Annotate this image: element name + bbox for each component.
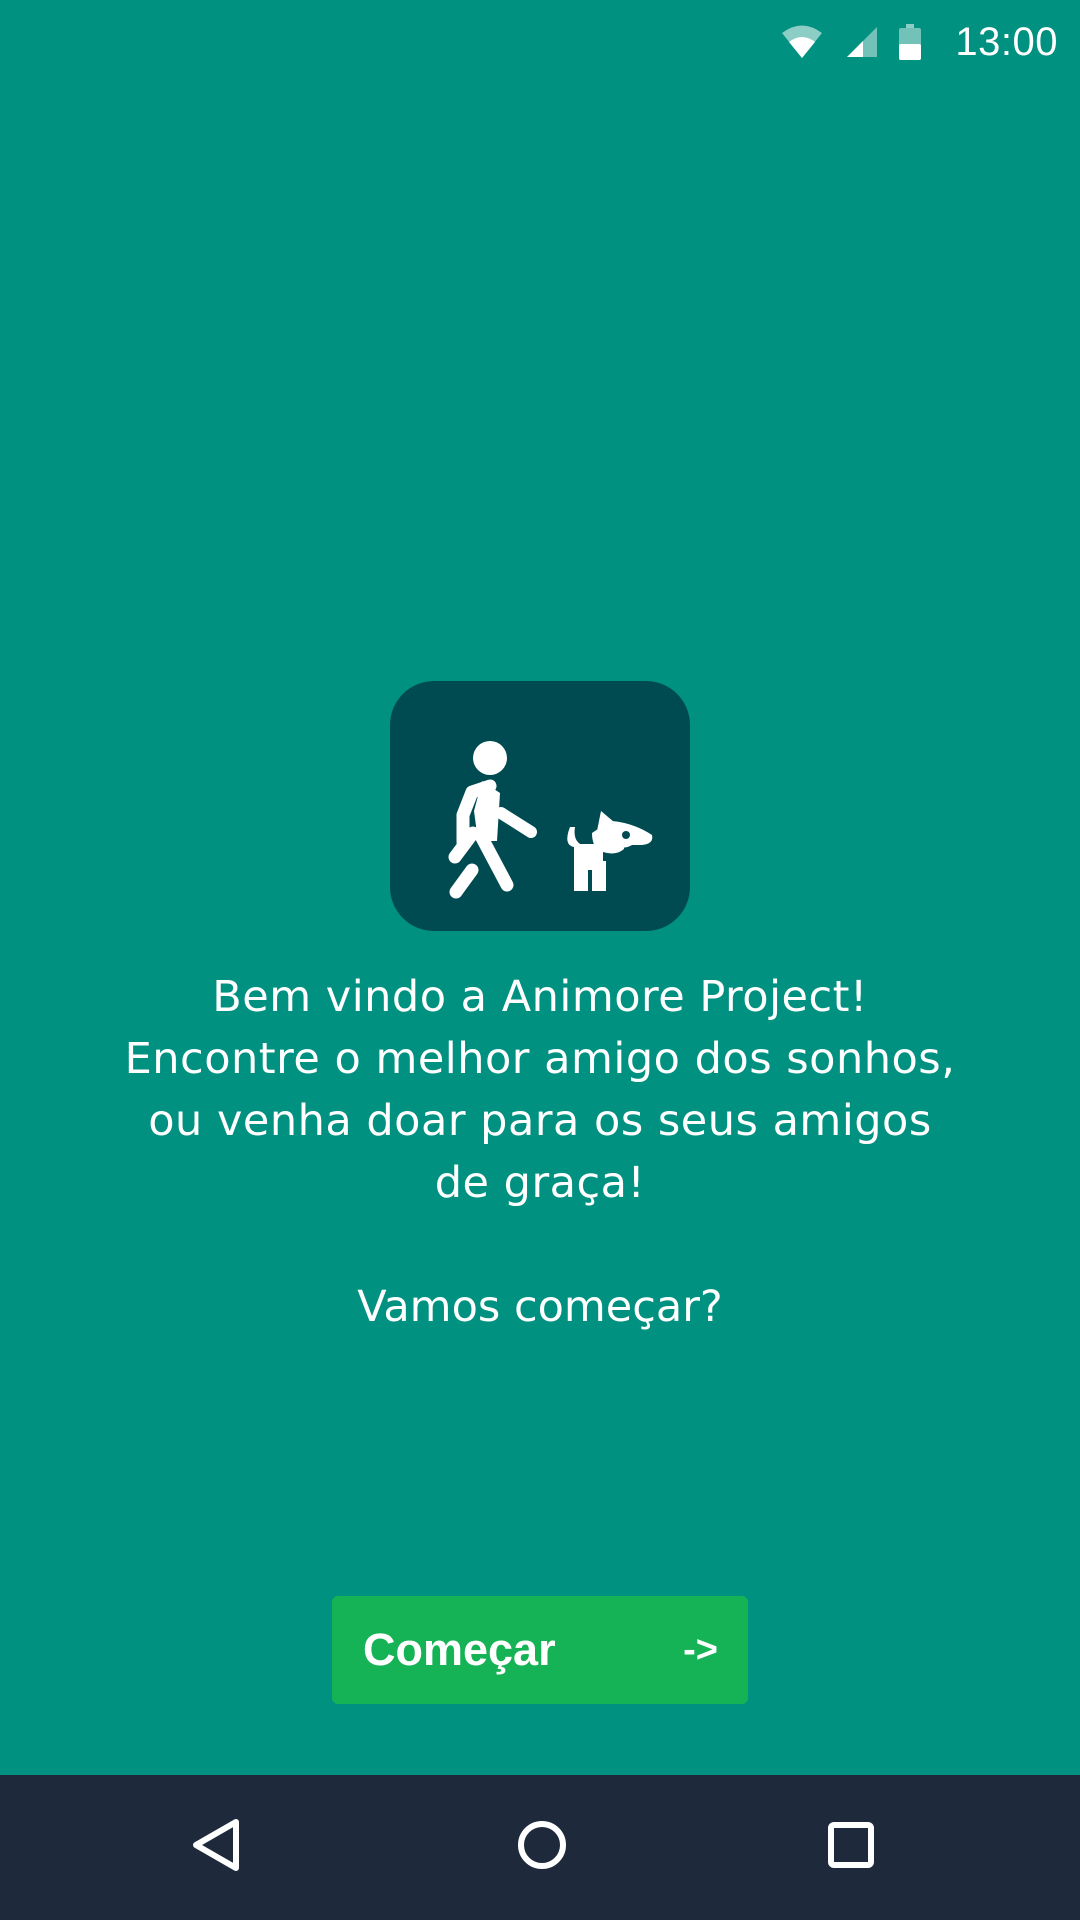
home-icon bbox=[518, 1821, 566, 1869]
status-bar: 13:00 bbox=[0, 0, 1080, 84]
navigation-bar bbox=[0, 1775, 1080, 1920]
welcome-line-2: Encontre o melhor amigo dos sonhos, bbox=[124, 1034, 956, 1084]
status-time: 13:00 bbox=[955, 19, 1058, 64]
start-button-label: Começar bbox=[363, 1624, 556, 1675]
back-icon bbox=[193, 1819, 239, 1871]
start-button[interactable]: Começar -> bbox=[332, 1596, 748, 1704]
start-question: Vamos começar? bbox=[357, 1282, 723, 1332]
recents-button[interactable] bbox=[801, 1795, 901, 1895]
welcome-screen: 13:00 Bem vindo a Animore Project! Encon… bbox=[0, 0, 1080, 1920]
app-logo bbox=[390, 681, 690, 931]
welcome-line-4: de graça! bbox=[434, 1158, 646, 1208]
arrow-right-icon: -> bbox=[683, 1629, 718, 1671]
battery-icon bbox=[899, 24, 922, 60]
wifi-icon bbox=[781, 24, 823, 60]
status-icons: 13:00 bbox=[781, 18, 1058, 66]
cell-signal-icon bbox=[845, 25, 879, 59]
recents-icon bbox=[828, 1822, 874, 1868]
welcome-line-3: ou venha doar para os seus amigos bbox=[148, 1096, 932, 1146]
home-button[interactable] bbox=[492, 1795, 592, 1895]
welcome-line-1: Bem vindo a Animore Project! bbox=[212, 972, 868, 1022]
welcome-message: Bem vindo a Animore Project! Encontre o … bbox=[60, 966, 1020, 1214]
person-walking-dog-icon bbox=[448, 741, 653, 899]
back-button[interactable] bbox=[166, 1795, 266, 1895]
